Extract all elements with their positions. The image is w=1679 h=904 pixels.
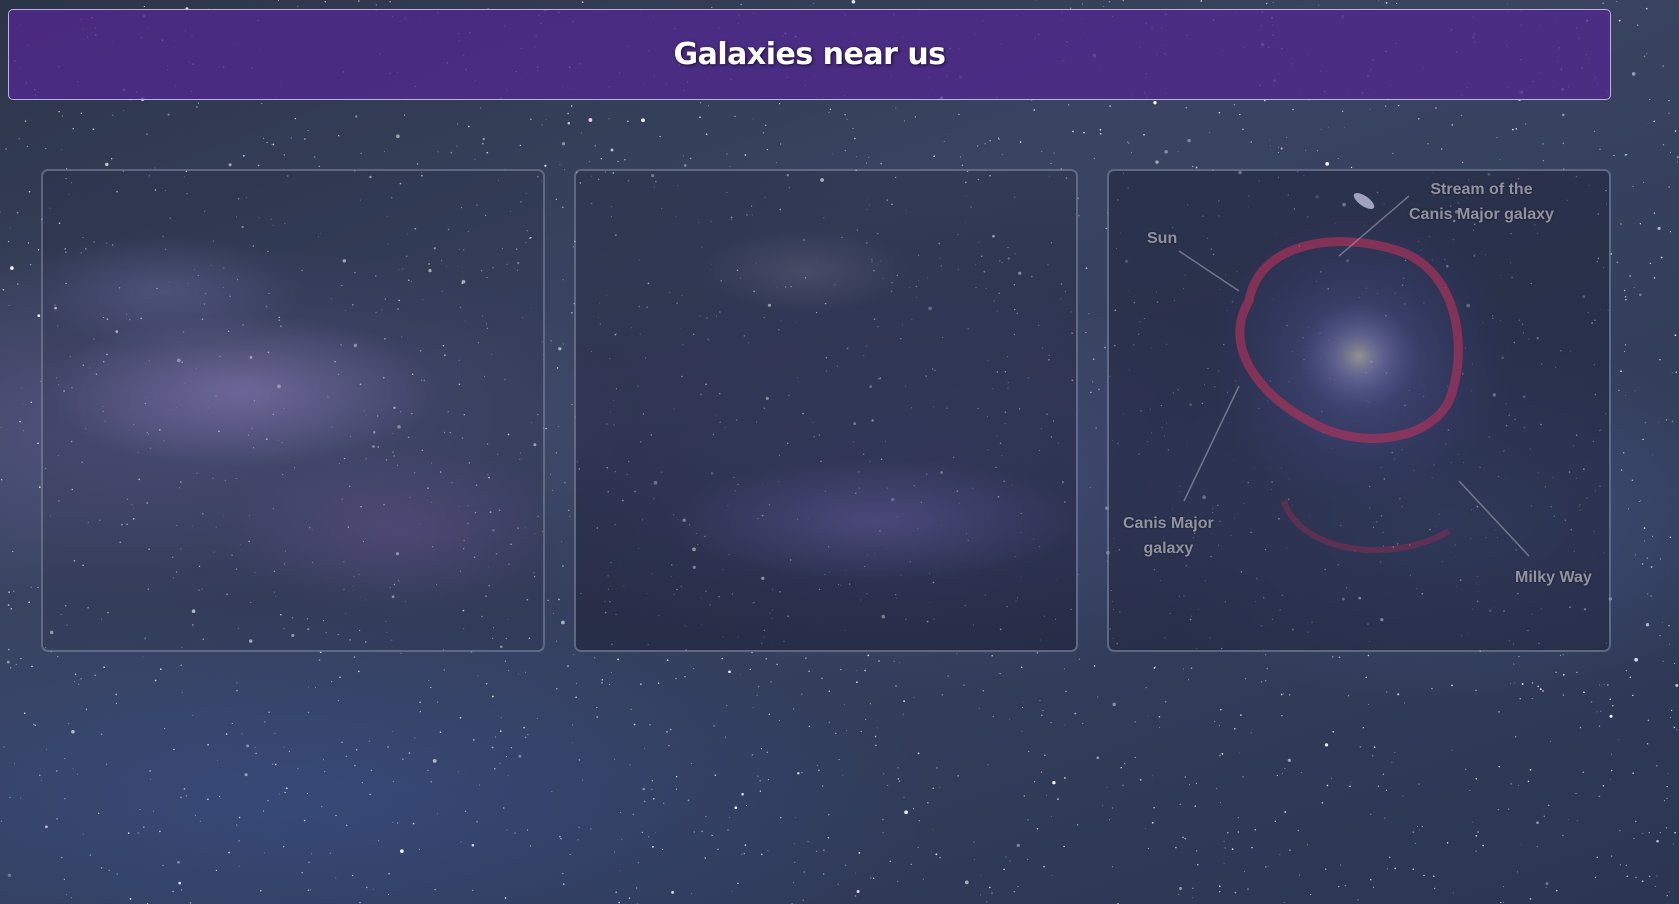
galaxy-card-milky-way-2[interactable] (574, 169, 1078, 652)
milky-way-image (43, 171, 543, 650)
label-milky-way: Milky Way (1515, 569, 1592, 586)
milky-way-image (576, 171, 1076, 650)
label-canis-major-galaxy: Canis Major galaxy (1123, 515, 1214, 557)
label-sun: Sun (1147, 230, 1178, 247)
galaxy-card-canis-major[interactable]: Stream of the Canis Major galaxy Sun Can… (1107, 169, 1611, 652)
galactic-core (1299, 301, 1419, 411)
pointer-milky-way (1458, 480, 1530, 557)
distant-galaxy-icon (1353, 192, 1375, 210)
pointer-sun (1178, 250, 1240, 292)
page-title: Galaxies near us (673, 37, 946, 72)
galaxy-card-milky-way-1[interactable] (41, 169, 545, 652)
label-stream-of-canis-major: Stream of the Canis Major galaxy (1409, 181, 1554, 223)
title-banner: Galaxies near us (8, 9, 1611, 100)
